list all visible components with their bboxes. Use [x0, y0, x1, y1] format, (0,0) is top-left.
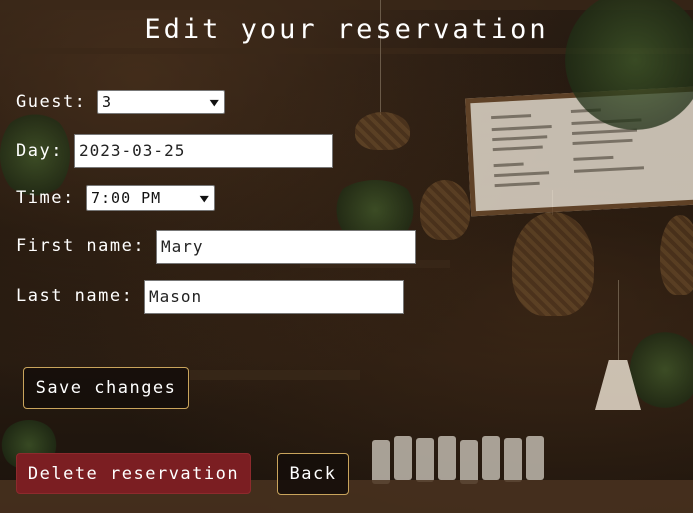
guest-label: Guest:: [16, 92, 87, 112]
time-select[interactable]: 7:00 PM ▼: [86, 185, 215, 211]
day-label: Day:: [16, 141, 63, 161]
jar: [460, 440, 478, 484]
last-name-label: Last name:: [16, 286, 134, 306]
jar: [416, 438, 434, 482]
chevron-down-icon: ▼: [210, 95, 220, 109]
delete-reservation-button[interactable]: Delete reservation: [16, 453, 251, 494]
chevron-down-icon: ▼: [200, 191, 210, 205]
jar: [394, 436, 412, 480]
guest-select[interactable]: 3 ▼: [97, 90, 225, 114]
lamp-cord: [618, 280, 619, 360]
jar: [526, 436, 544, 480]
last-name-input[interactable]: Mason: [144, 280, 404, 314]
back-button[interactable]: Back: [277, 453, 349, 495]
day-input[interactable]: 2023-03-25: [74, 134, 333, 168]
jar: [438, 436, 456, 480]
save-changes-button[interactable]: Save changes: [23, 367, 189, 409]
jar: [482, 436, 500, 480]
first-name-input[interactable]: Mary: [156, 230, 416, 264]
guest-select-value: 3: [102, 93, 112, 111]
jar: [372, 440, 390, 484]
jar: [504, 438, 522, 482]
page-title: Edit your reservation: [144, 14, 549, 45]
hanging-basket: [355, 112, 410, 150]
plant: [630, 330, 693, 410]
shelf: [190, 370, 360, 380]
hanging-basket: [420, 180, 470, 240]
hanging-basket: [660, 215, 693, 295]
hanging-basket: [512, 212, 594, 316]
time-label: Time:: [16, 188, 75, 208]
time-select-value: 7:00 PM: [91, 189, 162, 207]
first-name-label: First name:: [16, 236, 146, 256]
